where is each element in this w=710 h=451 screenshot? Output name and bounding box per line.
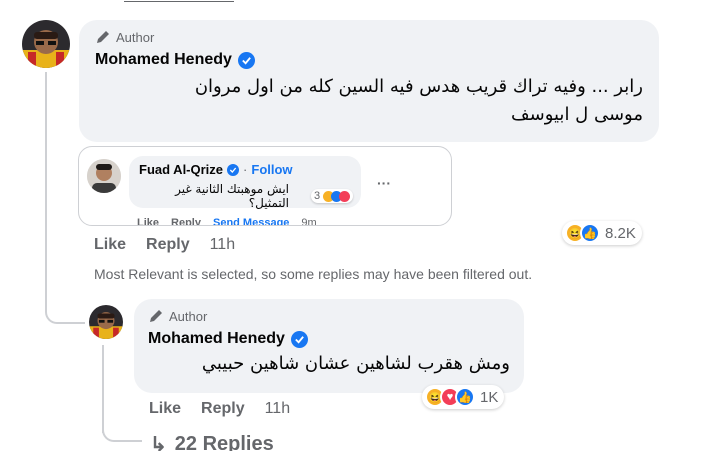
reply-button[interactable]: Reply — [201, 400, 245, 418]
embed-time: 9m — [301, 217, 317, 226]
pen-icon — [97, 31, 109, 43]
comment-time[interactable]: 11h — [210, 236, 236, 254]
embedded-comment-image: Fuad Al-Qrize · Follow ايش موهبتك الثاني… — [78, 146, 452, 226]
reaction-count: 1K — [480, 388, 499, 406]
replies-count-label: 22 Replies — [174, 433, 274, 451]
reply-actions: Like Reply 11h — [149, 400, 290, 418]
comment-bubble: Author Mohamed Henedy رابر ... وفيه تراك… — [79, 20, 659, 142]
comment-actions: Like Reply 11h — [94, 236, 235, 254]
thread-line — [45, 72, 47, 312]
like-button[interactable]: Like — [94, 236, 126, 254]
author-badge: Author — [95, 29, 643, 45]
more-options-icon: ··· — [377, 175, 391, 191]
thread-curve-replies — [102, 420, 142, 442]
commenter-name[interactable]: Mohamed Henedy — [148, 330, 285, 348]
pen-icon — [150, 310, 162, 322]
verified-badge-icon — [290, 330, 308, 348]
embed-like-link: Like — [137, 217, 160, 226]
verified-badge-icon — [227, 163, 240, 176]
reaction-count: 8.2K — [605, 224, 636, 242]
embed-reply-link: Reply — [171, 217, 201, 226]
embed-send-message-link: Send Message — [212, 217, 290, 226]
commenter-name[interactable]: Mohamed Henedy — [95, 51, 232, 69]
embed-avatar — [87, 159, 121, 193]
reply-time[interactable]: 11h — [265, 400, 291, 418]
comment-text-line: رابر ... وفيه تراك قريب هدس فيه السين كل… — [194, 76, 643, 97]
embed-actions: Like Reply Send Message 9m — [137, 217, 317, 226]
like-button[interactable]: Like — [149, 400, 181, 418]
author-badge: Author — [148, 308, 510, 324]
love-icon — [339, 190, 351, 202]
comment-text: رابر ... وفيه تراك قريب هدس فيه السين كل… — [95, 73, 643, 129]
previous-link-underline — [124, 0, 234, 2]
like-icon: 👍 — [580, 223, 600, 243]
embed-commenter-name: Fuad Al-Qrize — [139, 162, 224, 177]
follow-link: Follow — [251, 162, 293, 177]
reply-bubble: Author Mohamed Henedy ومش هقرب لشاهين عش… — [134, 299, 524, 393]
reply-avatar[interactable] — [89, 305, 123, 339]
reply-text: ومش هقرب لشاهين عشان شاهين حبيبي — [201, 353, 510, 374]
reaction-summary[interactable]: 😆 👍 8.2K — [562, 221, 642, 245]
author-label: Author — [116, 29, 155, 45]
view-replies-link[interactable]: ↳ 22 Replies — [150, 432, 274, 451]
comment-text-line: موسى ل ابيوسف — [510, 104, 643, 125]
thread-curve — [45, 300, 85, 324]
filter-notice: Most Relevant is selected, so some repli… — [94, 266, 533, 282]
like-icon: 👍 — [455, 387, 475, 407]
verified-badge-icon — [237, 51, 255, 69]
reply-reaction-summary[interactable]: 😆 ♥ 👍 1K — [422, 385, 505, 409]
embed-reactions: 3 — [311, 189, 354, 203]
reply-button[interactable]: Reply — [146, 236, 190, 254]
embed-reaction-count: 3 — [314, 190, 321, 202]
author-label: Author — [169, 308, 208, 324]
reply-arrow-icon: ↳ — [150, 434, 167, 451]
avatar[interactable] — [22, 20, 70, 68]
separator-dot: · — [243, 162, 248, 177]
